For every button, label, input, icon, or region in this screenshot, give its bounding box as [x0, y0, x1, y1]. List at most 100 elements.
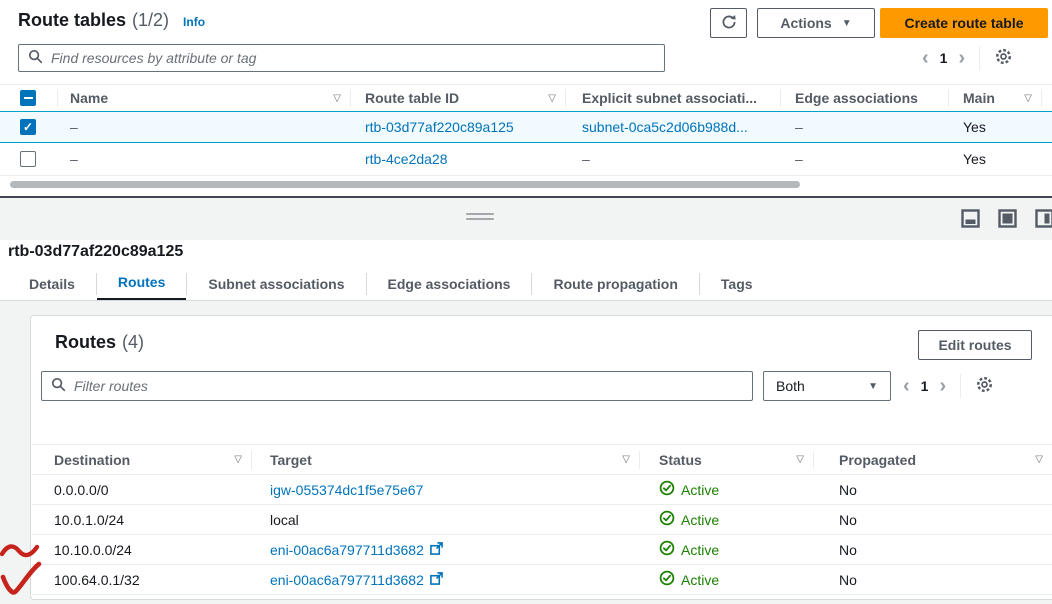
status-label: Active: [681, 512, 719, 528]
divider: [960, 374, 961, 398]
column-header-route-table-id[interactable]: Route table ID ▽: [350, 85, 565, 111]
route-table-id-link[interactable]: rtb-03d77af220c89a125: [365, 119, 514, 135]
create-route-table-label: Create route table: [904, 15, 1023, 31]
prev-page-icon[interactable]: ‹: [903, 376, 910, 396]
select-all-checkbox[interactable]: [20, 90, 36, 106]
column-header-main[interactable]: Main ▽: [948, 85, 1041, 111]
explicit-subnet-cell: –: [565, 143, 780, 175]
target-link[interactable]: eni-00ac6a797711d3682: [270, 542, 443, 558]
create-route-table-button[interactable]: Create route table: [880, 8, 1048, 38]
route-tables-table: Name ▽ Route table ID ▽ Explicit subnet …: [0, 84, 1052, 176]
sort-icon[interactable]: ▽: [796, 454, 804, 465]
column-header-name[interactable]: Name ▽: [57, 85, 350, 111]
gear-icon[interactable]: [994, 47, 1013, 69]
target-cell: eni-00ac6a797711d3682: [251, 535, 639, 564]
tab-tags[interactable]: Tags: [700, 266, 774, 301]
column-header-edge-associations[interactable]: Edge associations: [780, 85, 948, 111]
status-label: Active: [681, 572, 719, 588]
table-row[interactable]: ✓ – rtb-03d77af220c89a125 subnet-0ca5c2d…: [0, 111, 1052, 143]
sort-icon[interactable]: ▽: [234, 454, 242, 465]
routes-header-row: Destination ▽ Target ▽ Status ▽ Propagat…: [32, 444, 1052, 475]
edge-associations-cell: –: [780, 143, 948, 175]
column-header-target[interactable]: Target ▽: [251, 445, 639, 474]
sort-icon[interactable]: ▽: [548, 93, 556, 104]
status-cell: Active: [639, 565, 813, 594]
split-panel-bottom-icon[interactable]: [961, 209, 980, 231]
actions-button-label: Actions: [780, 15, 831, 31]
resource-search: [18, 44, 665, 72]
main-cell: Yes: [948, 143, 1041, 175]
status-ok-icon: [659, 570, 675, 589]
page-title-text: Route tables: [18, 10, 126, 31]
column-header-explicit-subnet[interactable]: Explicit subnet associati...: [565, 85, 780, 111]
sort-icon[interactable]: ▽: [622, 454, 630, 465]
destination-cell: 10.10.0.0/24: [32, 535, 251, 564]
detail-tabs: Details Routes Subnet associations Edge …: [8, 266, 774, 301]
check-icon: ✓: [23, 120, 33, 134]
status-cell: Active: [639, 535, 813, 564]
search-icon: [28, 49, 43, 67]
routes-table: Destination ▽ Target ▽ Status ▽ Propagat…: [32, 444, 1052, 595]
horizontal-scrollbar[interactable]: [10, 181, 800, 188]
split-panel-bar: [0, 198, 1052, 240]
prev-page-icon[interactable]: ‹: [922, 48, 929, 68]
table-row[interactable]: – rtb-4ce2da28 – – Yes: [0, 143, 1052, 176]
propagated-cell: No: [813, 475, 1052, 504]
column-header-status[interactable]: Status ▽: [639, 445, 813, 474]
routes-section-title: Routes (4): [55, 332, 144, 353]
status-label: Active: [681, 482, 719, 498]
refresh-button[interactable]: [710, 8, 747, 38]
propagated-cell: No: [813, 565, 1052, 594]
routes-filter-input[interactable]: [74, 378, 743, 394]
detail-panel-title: rtb-03d77af220c89a125: [8, 243, 183, 261]
route-scope-value: Both: [776, 378, 805, 394]
route-table-id-link[interactable]: rtb-4ce2da28: [365, 151, 448, 167]
column-header-propagated[interactable]: Propagated ▽: [813, 445, 1052, 474]
target-link[interactable]: igw-055374dc1f5e75e67: [270, 482, 423, 498]
subnet-link[interactable]: subnet-0ca5c2d06b988d...: [582, 119, 748, 135]
tab-route-propagation[interactable]: Route propagation: [532, 266, 698, 301]
sort-icon[interactable]: ▽: [1035, 454, 1043, 465]
divider: [979, 46, 980, 70]
status-ok-icon: [659, 540, 675, 559]
search-input[interactable]: [51, 50, 655, 66]
tab-edge-associations[interactable]: Edge associations: [367, 266, 532, 301]
sort-icon[interactable]: ▽: [333, 93, 341, 104]
target-link[interactable]: eni-00ac6a797711d3682: [270, 572, 443, 588]
target-cell: igw-055374dc1f5e75e67: [251, 475, 639, 504]
row-checkbox[interactable]: ✓: [20, 119, 36, 135]
tab-routes[interactable]: Routes: [97, 266, 186, 301]
info-link[interactable]: Info: [183, 15, 205, 29]
edit-routes-button[interactable]: Edit routes: [918, 330, 1032, 360]
main-cell: Yes: [948, 112, 1041, 142]
route-row: 10.10.0.0/24 eni-00ac6a797711d3682: [32, 535, 1052, 565]
routes-card: Routes (4) Edit routes Both ▼ ‹ 1 ›: [30, 315, 1052, 600]
split-panel-side-icon[interactable]: [1035, 209, 1052, 231]
gear-icon[interactable]: [975, 375, 994, 397]
next-page-icon[interactable]: ›: [958, 48, 965, 68]
destination-cell: 0.0.0.0/0: [32, 475, 251, 504]
tab-details[interactable]: Details: [8, 266, 96, 301]
destination-cell: 10.0.1.0/24: [32, 505, 251, 534]
panel-drag-handle[interactable]: [466, 213, 494, 223]
row-checkbox[interactable]: [20, 151, 36, 167]
vpc-route-tables-screen: Route tables (1/2) Info Actions ▼ Create…: [0, 0, 1052, 604]
sort-icon[interactable]: ▽: [1024, 93, 1032, 104]
status-ok-icon: [659, 480, 675, 499]
route-tables-header-row: Name ▽ Route table ID ▽ Explicit subnet …: [0, 84, 1052, 111]
actions-button[interactable]: Actions ▼: [757, 8, 875, 38]
next-page-icon[interactable]: ›: [939, 376, 946, 396]
status-ok-icon: [659, 510, 675, 529]
split-panel-full-icon[interactable]: [998, 209, 1017, 231]
status-cell: Active: [639, 475, 813, 504]
column-header-destination[interactable]: Destination ▽: [32, 445, 251, 474]
page-number: 1: [940, 50, 948, 66]
chevron-down-icon: ▼: [842, 18, 852, 29]
search-icon: [51, 377, 66, 395]
route-table-id-cell: rtb-03d77af220c89a125: [350, 112, 565, 142]
name-cell: –: [57, 112, 350, 142]
refresh-icon: [720, 13, 738, 34]
tab-subnet-associations[interactable]: Subnet associations: [187, 266, 365, 301]
propagated-cell: No: [813, 505, 1052, 534]
route-scope-select[interactable]: Both ▼: [763, 371, 891, 401]
